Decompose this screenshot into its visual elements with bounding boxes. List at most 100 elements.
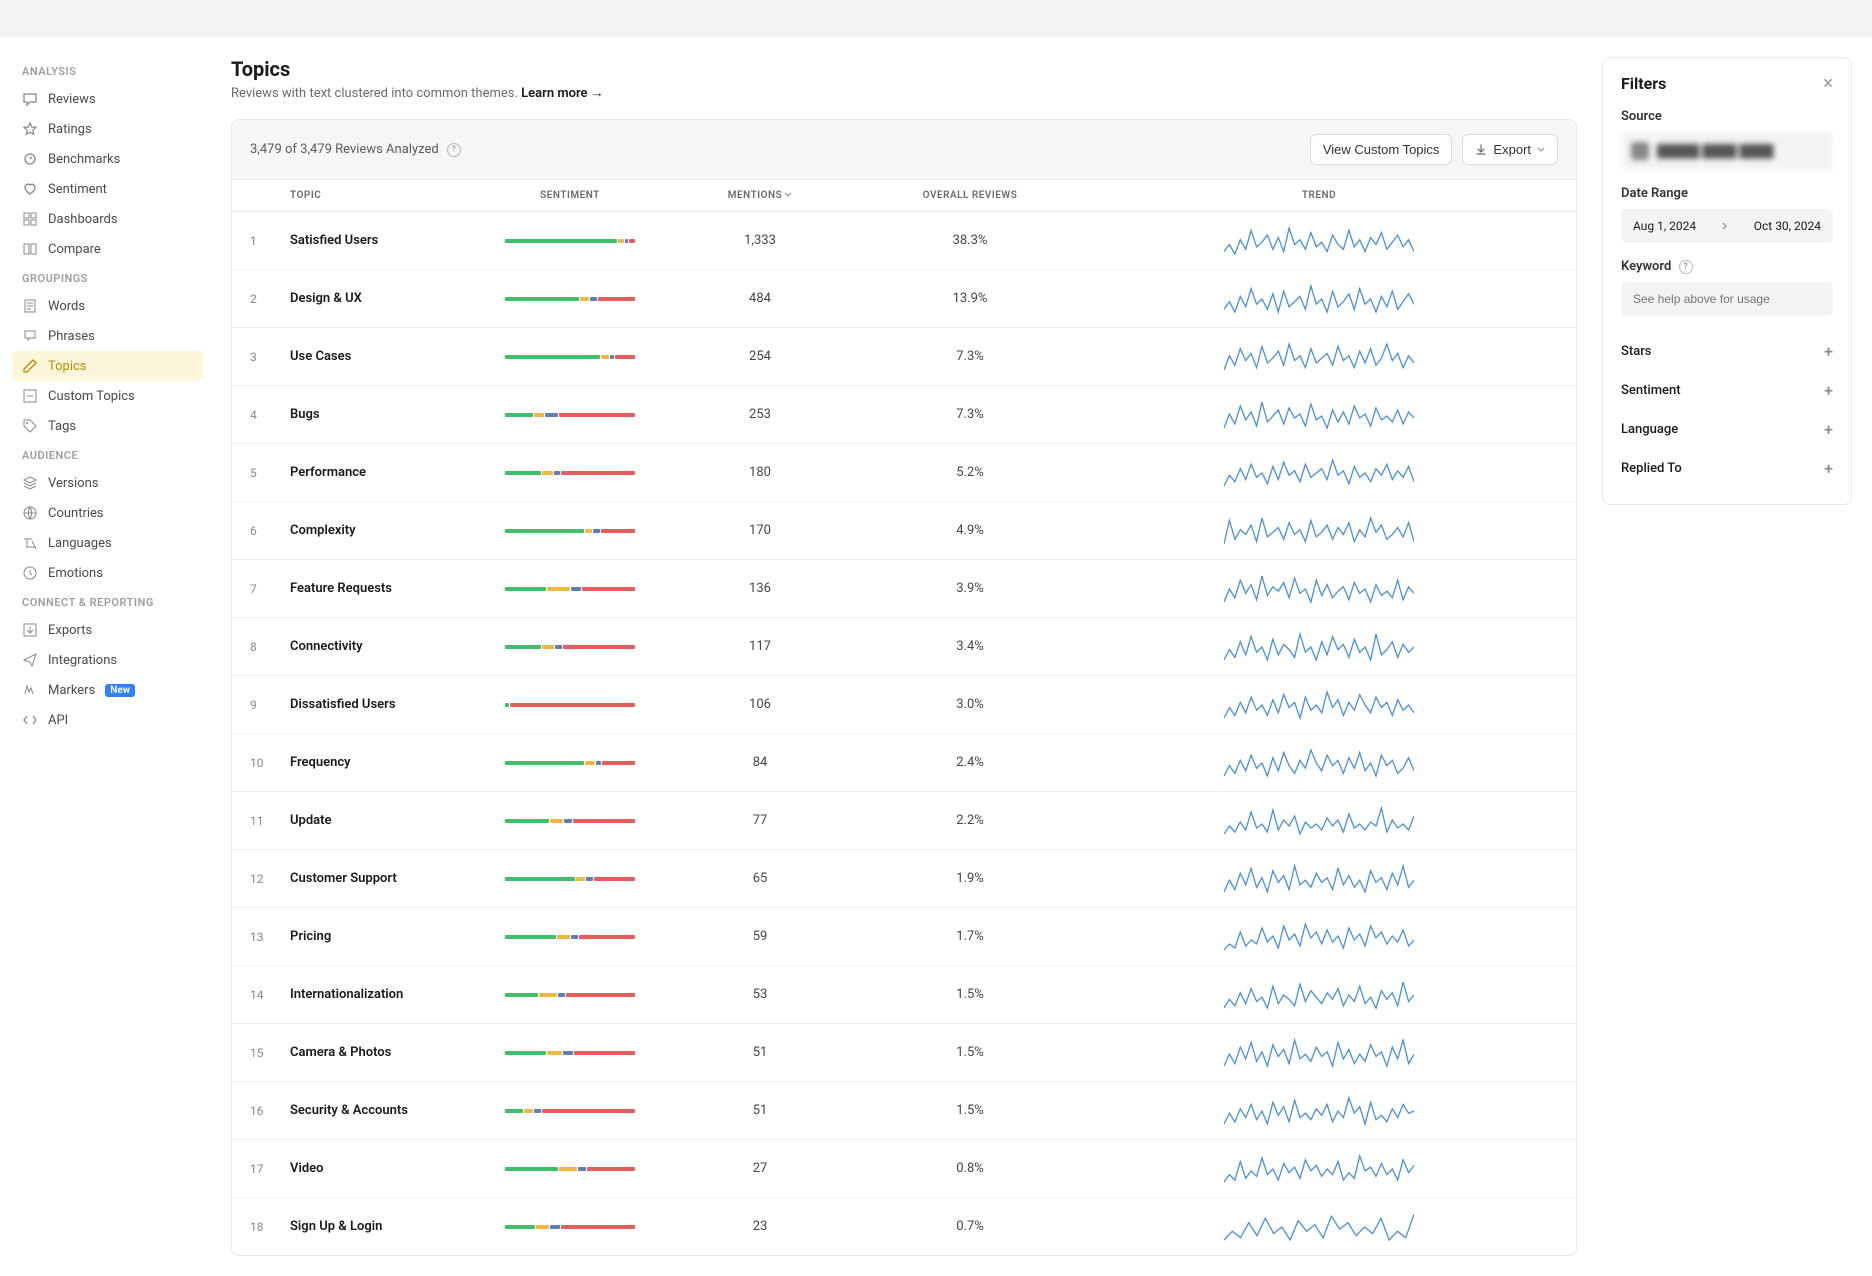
mentions-value: 106 (660, 697, 860, 712)
table-row[interactable]: 12Customer Support651.9% (232, 850, 1576, 908)
trend-sparkline (1224, 980, 1414, 1010)
nav-compare[interactable]: Compare (12, 234, 203, 264)
trend-sparkline (1224, 516, 1414, 546)
nav-phrases[interactable]: Phrases (12, 321, 203, 351)
table-row[interactable]: 14Internationalization531.5% (232, 966, 1576, 1024)
table-row[interactable]: 6Complexity1704.9% (232, 502, 1576, 560)
mentions-value: 180 (660, 465, 860, 480)
table-row[interactable]: 2Design & UX48413.9% (232, 270, 1576, 328)
keyword-input[interactable] (1621, 282, 1833, 316)
nav-tags[interactable]: Tags (12, 411, 203, 441)
row-number: 14 (250, 988, 290, 1002)
nav-label: Phrases (48, 329, 95, 344)
nav-label: Dashboards (48, 212, 118, 227)
row-number: 9 (250, 698, 290, 712)
star-icon (22, 121, 38, 137)
filter-language[interactable]: Language+ (1621, 410, 1833, 449)
table-row[interactable]: 1Satisfied Users1,33338.3% (232, 212, 1576, 270)
col-sentiment[interactable]: SENTIMENT (480, 190, 660, 201)
mentions-value: 253 (660, 407, 860, 422)
nav-reviews[interactable]: Reviews (12, 84, 203, 114)
table-row[interactable]: 9Dissatisfied Users1063.0% (232, 676, 1576, 734)
mentions-value: 51 (660, 1045, 860, 1060)
nav-versions[interactable]: Versions (12, 468, 203, 498)
nav-benchmarks[interactable]: Benchmarks (12, 144, 203, 174)
row-number: 18 (250, 1220, 290, 1234)
sentiment-bar (505, 645, 635, 649)
topic-name: Dissatisfied Users (290, 697, 480, 712)
col-trend[interactable]: TREND (1080, 190, 1558, 201)
table-row[interactable]: 5Performance1805.2% (232, 444, 1576, 502)
nav-sentiment[interactable]: Sentiment (12, 174, 203, 204)
nav-label: Emotions (48, 566, 103, 581)
table-row[interactable]: 17Video270.8% (232, 1140, 1576, 1198)
nav-heading: AUDIENCE (12, 441, 203, 468)
nav-exports[interactable]: Exports (12, 615, 203, 645)
row-number: 12 (250, 872, 290, 886)
row-number: 2 (250, 292, 290, 306)
table-row[interactable]: 10Frequency842.4% (232, 734, 1576, 792)
sentiment-bar (505, 587, 635, 591)
table-row[interactable]: 15Camera & Photos511.5% (232, 1024, 1576, 1082)
nav-integrations[interactable]: Integrations (12, 645, 203, 675)
export-button[interactable]: Export (1462, 134, 1558, 165)
info-icon[interactable]: ? (447, 143, 461, 157)
chat-icon (22, 91, 38, 107)
plus-icon: + (1824, 420, 1833, 439)
page-subtitle: Reviews with text clustered into common … (231, 85, 1577, 101)
nav-api[interactable]: API (12, 705, 203, 735)
table-row[interactable]: 16Security & Accounts511.5% (232, 1082, 1576, 1140)
nav-label: Tags (48, 419, 76, 434)
reviews-value: 2.4% (860, 755, 1080, 770)
sentiment-bar (505, 239, 635, 243)
marker-icon (22, 682, 38, 698)
table-row[interactable]: 18Sign Up & Login230.7% (232, 1198, 1576, 1255)
col-reviews[interactable]: OVERALL REVIEWS (860, 190, 1080, 201)
topic-name: Internationalization (290, 987, 480, 1002)
filter-stars[interactable]: Stars+ (1621, 332, 1833, 371)
sentiment-bar (505, 935, 635, 939)
nav-markers[interactable]: MarkersNew (12, 675, 203, 705)
reviews-value: 7.3% (860, 349, 1080, 364)
nav-ratings[interactable]: Ratings (12, 114, 203, 144)
top-bar (0, 0, 1872, 37)
source-selector[interactable]: █████ ████ ████ (1621, 132, 1833, 170)
topic-name: Customer Support (290, 871, 480, 886)
view-custom-topics-button[interactable]: View Custom Topics (1310, 134, 1453, 165)
close-icon[interactable]: × (1823, 75, 1833, 93)
reviews-value: 1.5% (860, 987, 1080, 1002)
filter-replied-to[interactable]: Replied To+ (1621, 449, 1833, 488)
mentions-value: 484 (660, 291, 860, 306)
nav-countries[interactable]: Countries (12, 498, 203, 528)
nav-words[interactable]: Words (12, 291, 203, 321)
sentiment-bar (505, 993, 635, 997)
reviews-value: 4.9% (860, 523, 1080, 538)
info-icon[interactable]: ? (1679, 260, 1693, 274)
keyword-label: Keyword ? (1621, 259, 1833, 274)
topic-name: Pricing (290, 929, 480, 944)
reviews-value: 0.8% (860, 1161, 1080, 1176)
table-row[interactable]: 4Bugs2537.3% (232, 386, 1576, 444)
nav-dashboards[interactable]: Dashboards (12, 204, 203, 234)
table-row[interactable]: 11Update772.2% (232, 792, 1576, 850)
topic-name: Performance (290, 465, 480, 480)
table-row[interactable]: 8Connectivity1173.4% (232, 618, 1576, 676)
col-topic[interactable]: TOPIC (290, 190, 480, 201)
sentiment-bar (505, 471, 635, 475)
col-mentions[interactable]: MENTIONS (660, 190, 860, 201)
mentions-value: 117 (660, 639, 860, 654)
nav-topics[interactable]: Topics (12, 351, 203, 381)
table-row[interactable]: 7Feature Requests1363.9% (232, 560, 1576, 618)
nav-emotions[interactable]: Emotions (12, 558, 203, 588)
mentions-value: 59 (660, 929, 860, 944)
mentions-value: 51 (660, 1103, 860, 1118)
learn-more-link[interactable]: Learn more → (521, 86, 604, 101)
nav-languages[interactable]: Languages (12, 528, 203, 558)
nav-custom-topics[interactable]: Custom Topics (12, 381, 203, 411)
date-range-picker[interactable]: Aug 1, 2024 Oct 30, 2024 (1621, 209, 1833, 243)
table-row[interactable]: 13Pricing591.7% (232, 908, 1576, 966)
table-row[interactable]: 3Use Cases2547.3% (232, 328, 1576, 386)
filter-sentiment[interactable]: Sentiment+ (1621, 371, 1833, 410)
filters-title: Filters (1621, 74, 1666, 93)
topic-name: Feature Requests (290, 581, 480, 596)
